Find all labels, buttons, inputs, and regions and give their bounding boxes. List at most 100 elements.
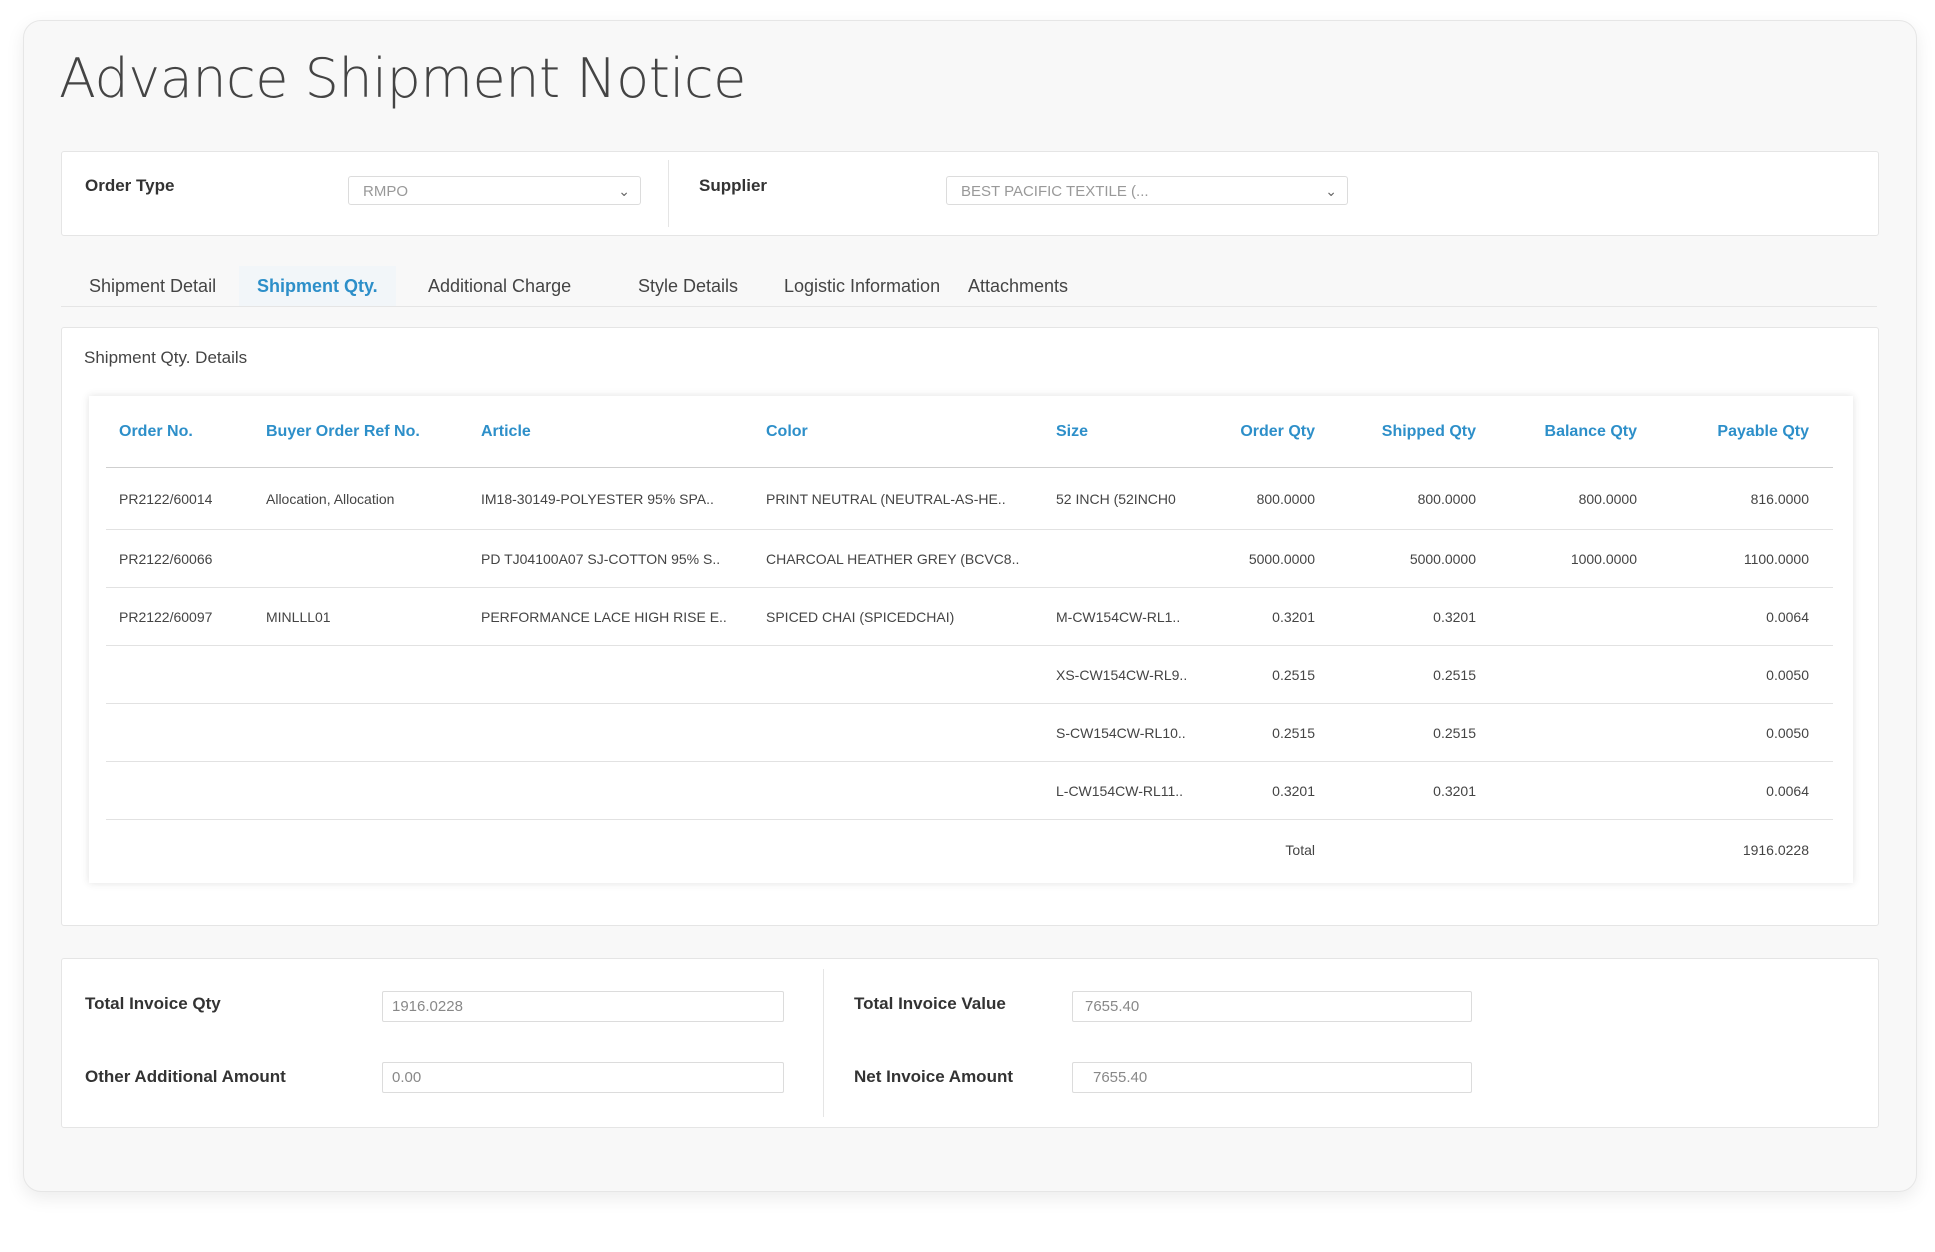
cell-order-qty: 0.2515 — [1193, 645, 1339, 704]
cell-balance-qty — [1500, 703, 1661, 762]
cell-balance-qty — [1500, 761, 1661, 820]
table-row[interactable]: XS-CW154CW-RL9.. 0.2515 0.2515 0.0050 — [106, 645, 1833, 704]
cell-buyer-order-ref — [253, 761, 468, 820]
cell-color: CHARCOAL HEATHER GREY (BCVC8.. — [753, 529, 1043, 588]
order-type-select[interactable]: RMPO ⌄ — [348, 176, 641, 205]
cell-balance-qty: 1000.0000 — [1500, 529, 1661, 588]
page-title: Advance Shipment Notice — [59, 47, 746, 110]
cell-article — [468, 703, 753, 762]
cell-color: SPICED CHAI (SPICEDCHAI) — [753, 587, 1043, 646]
cell-size: M-CW154CW-RL1.. — [1043, 587, 1193, 646]
cell-payable-qty: 0.0050 — [1661, 703, 1833, 762]
cell-color: PRINT NEUTRAL (NEUTRAL-AS-HE.. — [753, 467, 1043, 530]
column-header-order-no[interactable]: Order No. — [106, 396, 253, 468]
cell-article: PERFORMANCE LACE HIGH RISE E.. — [468, 587, 753, 646]
invoice-summary-card: Total Invoice Qty Other Additional Amoun… — [61, 958, 1879, 1128]
total-invoice-value-field[interactable] — [1072, 991, 1472, 1022]
table-row[interactable]: S-CW154CW-RL10.. 0.2515 0.2515 0.0050 — [106, 703, 1833, 762]
tab-style-details[interactable]: Style Details — [638, 266, 738, 306]
column-header-shipped-qty[interactable]: Shipped Qty — [1339, 396, 1500, 468]
cell-balance-qty — [1500, 587, 1661, 646]
filter-divider — [668, 160, 669, 227]
column-header-color[interactable]: Color — [753, 396, 1043, 468]
chevron-down-icon: ⌄ — [1325, 183, 1337, 199]
order-type-value: RMPO — [363, 183, 408, 200]
cell-shipped-qty: 0.3201 — [1339, 587, 1500, 646]
cell-order-qty: 0.3201 — [1193, 587, 1339, 646]
tab-shipment-qty[interactable]: Shipment Qty. — [239, 266, 396, 306]
supplier-select[interactable]: BEST PACIFIC TEXTILE (... ⌄ — [946, 176, 1348, 205]
cell-order-no — [106, 761, 253, 820]
cell-order-qty: 0.3201 — [1193, 761, 1339, 820]
filter-card: Order Type RMPO ⌄ Supplier BEST PACIFIC … — [61, 151, 1879, 236]
cell-balance-qty — [1500, 645, 1661, 704]
cell-shipped-qty: 0.2515 — [1339, 703, 1500, 762]
cell-buyer-order-ref — [253, 529, 468, 588]
table-row[interactable]: PR2122/60014 Allocation, Allocation IM18… — [106, 467, 1833, 530]
column-header-order-qty[interactable]: Order Qty — [1193, 396, 1339, 468]
cell-article — [468, 645, 753, 704]
tab-additional-charge[interactable]: Additional Charge — [428, 266, 571, 306]
cell-payable-qty: 0.0064 — [1661, 587, 1833, 646]
supplier-value: BEST PACIFIC TEXTILE (... — [961, 183, 1149, 200]
cell-buyer-order-ref: Allocation, Allocation — [253, 467, 468, 530]
total-label: Total — [1285, 842, 1315, 858]
cell-payable-qty: 0.0064 — [1661, 761, 1833, 820]
cell-order-no — [106, 645, 253, 704]
cell-payable-qty: 1100.0000 — [1661, 529, 1833, 588]
tab-shipment-detail[interactable]: Shipment Detail — [89, 266, 216, 306]
cell-shipped-qty: 0.2515 — [1339, 645, 1500, 704]
cell-payable-qty: 0.0050 — [1661, 645, 1833, 704]
cell-order-qty: 800.0000 — [1193, 467, 1339, 530]
cell-buyer-order-ref: MINLLL01 — [253, 587, 468, 646]
cell-balance-qty: 800.0000 — [1500, 467, 1661, 530]
total-invoice-qty-label: Total Invoice Qty — [85, 994, 221, 1013]
cell-buyer-order-ref — [253, 703, 468, 762]
cell-order-no: PR2122/60066 — [106, 529, 253, 588]
cell-shipped-qty: 0.3201 — [1339, 761, 1500, 820]
total-value: 1916.0228 — [1742, 842, 1809, 858]
cell-order-qty: 0.2515 — [1193, 703, 1339, 762]
shipment-qty-table-container[interactable]: Order No. Buyer Order Ref No. Article Co… — [89, 396, 1853, 883]
column-header-payable-qty[interactable]: Payable Qty — [1661, 396, 1833, 468]
cell-order-no: PR2122/60014 — [106, 467, 253, 530]
cell-payable-qty: 816.0000 — [1661, 467, 1833, 530]
section-title: Shipment Qty. Details — [84, 348, 248, 367]
other-additional-amount-label: Other Additional Amount — [85, 1067, 286, 1086]
supplier-label: Supplier — [699, 176, 768, 195]
column-header-buyer-order-ref-no[interactable]: Buyer Order Ref No. — [253, 396, 468, 468]
cell-article: PD TJ04100A07 SJ-COTTON 95% S.. — [468, 529, 753, 588]
chevron-down-icon: ⌄ — [618, 183, 630, 199]
tab-logistic-information[interactable]: Logistic Information — [784, 266, 940, 306]
table-row[interactable]: PR2122/60066 PD TJ04100A07 SJ-COTTON 95%… — [106, 529, 1833, 588]
cell-color — [753, 761, 1043, 820]
table-row[interactable]: PR2122/60097 MINLLL01 PERFORMANCE LACE H… — [106, 587, 1833, 646]
table-total-row: Total 1916.0228 — [106, 820, 1833, 881]
cell-order-no — [106, 703, 253, 762]
cell-shipped-qty: 800.0000 — [1339, 467, 1500, 530]
shipment-qty-details-card: Shipment Qty. Details Order No. Buyer Or… — [61, 327, 1879, 926]
cell-article: IM18-30149-POLYESTER 95% SPA.. — [468, 467, 753, 530]
cell-order-qty: 5000.0000 — [1193, 529, 1339, 588]
cell-shipped-qty: 5000.0000 — [1339, 529, 1500, 588]
cell-size — [1043, 529, 1193, 588]
cell-order-no: PR2122/60097 — [106, 587, 253, 646]
total-invoice-value-label: Total Invoice Value — [854, 994, 1006, 1013]
tab-bar: Shipment Detail Shipment Qty. Additional… — [61, 266, 1877, 307]
cell-color — [753, 703, 1043, 762]
column-header-article[interactable]: Article — [468, 396, 753, 468]
cell-size: L-CW154CW-RL11.. — [1043, 761, 1193, 820]
total-invoice-qty-field[interactable] — [382, 991, 784, 1022]
other-additional-amount-field[interactable] — [382, 1062, 784, 1093]
cell-size: XS-CW154CW-RL9.. — [1043, 645, 1193, 704]
asn-window: Advance Shipment Notice Order Type RMPO … — [23, 20, 1917, 1192]
summary-divider — [823, 969, 824, 1117]
table-row[interactable]: L-CW154CW-RL11.. 0.3201 0.3201 0.0064 — [106, 761, 1833, 820]
cell-color — [753, 645, 1043, 704]
column-header-size[interactable]: Size — [1043, 396, 1193, 468]
table-header-row: Order No. Buyer Order Ref No. Article Co… — [106, 396, 1833, 468]
column-header-balance-qty[interactable]: Balance Qty — [1500, 396, 1661, 468]
net-invoice-amount-field[interactable] — [1072, 1062, 1472, 1093]
tab-attachments[interactable]: Attachments — [968, 266, 1068, 306]
cell-buyer-order-ref — [253, 645, 468, 704]
